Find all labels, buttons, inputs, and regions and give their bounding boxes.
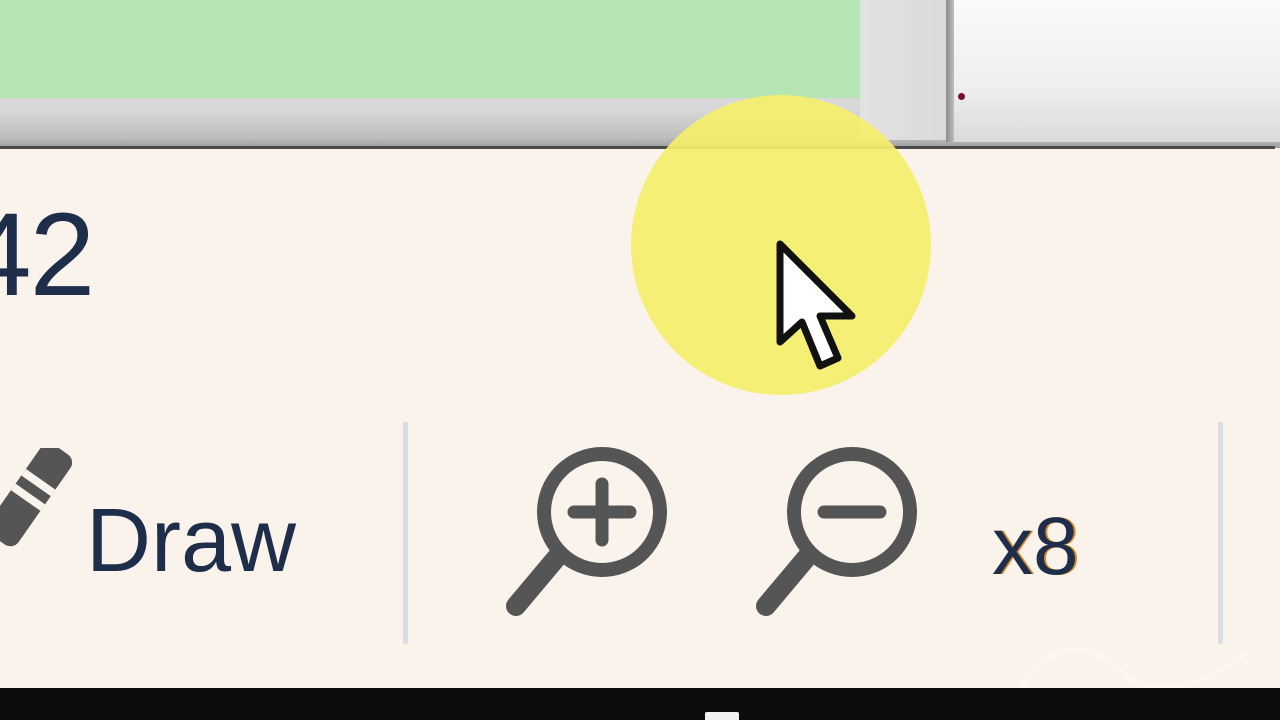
app-window: 42 Draw x8	[0, 0, 1280, 720]
zoom-in-icon	[506, 447, 667, 616]
green-color-cell[interactable]	[0, 0, 860, 98]
draw-label[interactable]: Draw	[86, 496, 296, 586]
canvas-gap	[860, 0, 948, 140]
pencil-icon	[0, 448, 72, 547]
panel-divider[interactable]	[946, 0, 954, 142]
zoom-level-label: x8	[992, 501, 1079, 592]
zoom-out-button[interactable]	[750, 440, 930, 630]
toolbar-separator	[403, 422, 408, 644]
bottom-bar-handle[interactable]	[705, 712, 739, 720]
zoom-out-icon	[756, 447, 917, 616]
side-panel	[954, 0, 1280, 142]
toolbar-separator	[1218, 422, 1223, 644]
canvas-bottom-border	[0, 146, 1275, 149]
bottom-bar	[0, 688, 1280, 720]
zoom-in-button[interactable]	[500, 440, 680, 630]
mouse-cursor-icon	[776, 240, 856, 370]
value-readout: 42	[0, 189, 95, 321]
canvas-area[interactable]	[0, 0, 1280, 148]
marker-dot	[958, 93, 965, 100]
